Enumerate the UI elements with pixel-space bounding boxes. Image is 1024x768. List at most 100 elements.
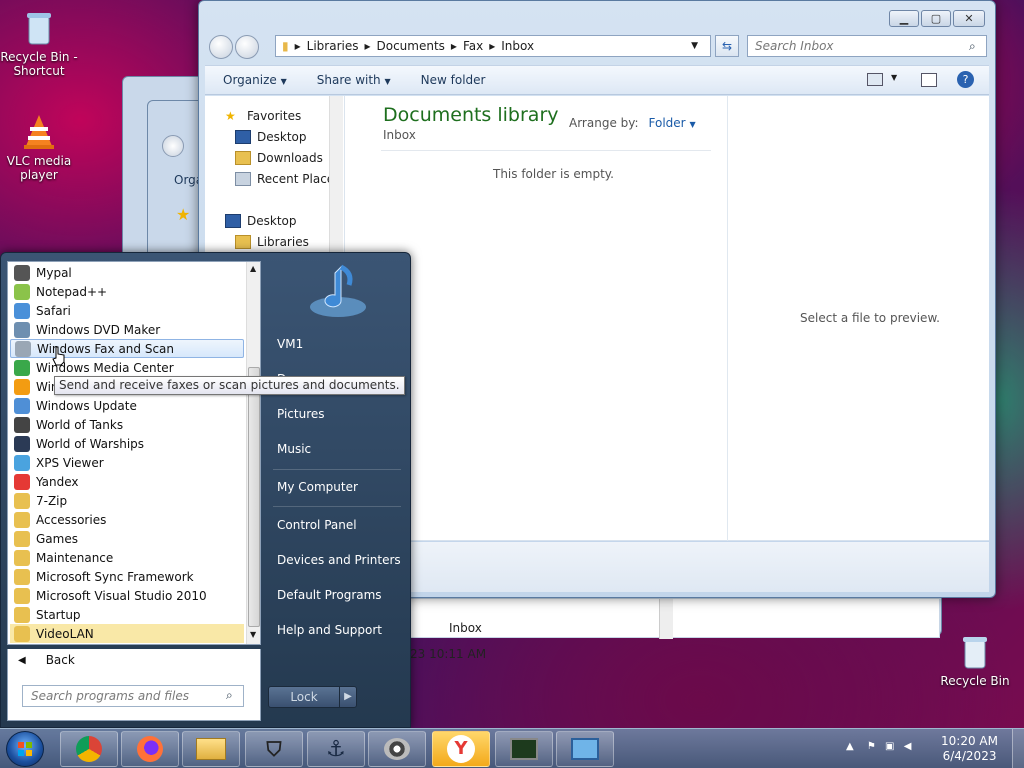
star-icon: ★ xyxy=(225,109,236,123)
volume-icon[interactable]: ◀ xyxy=(904,741,912,752)
start-item-devices-printers[interactable]: Devices and Printers xyxy=(277,553,401,567)
program-folder[interactable]: 7-Zip xyxy=(10,491,244,510)
program-folder[interactable]: Microsoft Visual Studio 2010 xyxy=(10,586,244,605)
program-folder[interactable]: Accessories xyxy=(10,510,244,529)
programs-scrollbar[interactable]: ▲ ▼ xyxy=(246,262,260,644)
breadcrumb-documents[interactable]: Documents xyxy=(377,39,445,53)
taskbar-control-panel[interactable] xyxy=(556,731,614,767)
program-item-selected[interactable]: Windows Fax and Scan xyxy=(10,339,244,358)
taskbar-world-of-warships[interactable]: ⚓ xyxy=(307,731,365,767)
scrollbar-thumb[interactable] xyxy=(248,367,260,627)
desktop-icon-recycle-bin-shortcut[interactable]: Recycle Bin - Shortcut xyxy=(0,8,78,78)
start-item-control-panel[interactable]: Control Panel xyxy=(277,518,357,532)
address-bar[interactable]: ▮ ▸ Libraries ▸ Documents ▸ Fax ▸ Inbox … xyxy=(275,35,711,57)
view-options-icon[interactable] xyxy=(867,73,883,86)
clock-date: 6/4/2023 xyxy=(942,749,997,763)
network-icon[interactable]: ▣ xyxy=(885,741,894,752)
show-hidden-icons-icon[interactable]: ▲ xyxy=(846,741,854,752)
program-folder[interactable]: Startup xyxy=(10,605,244,624)
start-item-music[interactable]: Music xyxy=(277,442,311,456)
new-folder-button[interactable]: New folder xyxy=(421,73,486,87)
desktop-icon-vlc[interactable]: VLC media player xyxy=(0,112,78,182)
preview-pane-icon[interactable] xyxy=(921,73,937,87)
minimize-button[interactable]: ▁ xyxy=(889,10,919,27)
back-arrow-icon: ◀ xyxy=(18,654,26,666)
program-item[interactable]: Notepad++ xyxy=(10,282,244,301)
scroll-down-icon[interactable]: ▼ xyxy=(250,630,256,639)
start-item-user[interactable]: VM1 xyxy=(277,337,303,351)
organize-button[interactable]: Organize ▼ xyxy=(223,73,287,87)
nav-libraries[interactable]: Libraries xyxy=(235,235,309,249)
program-folder[interactable]: Maintenance xyxy=(10,548,244,567)
start-search-input[interactable]: Search programs and files xyxy=(22,685,244,707)
share-with-button[interactable]: Share with ▼ xyxy=(317,73,391,87)
mypal-icon xyxy=(14,264,30,281)
nav-desktop[interactable]: Desktop xyxy=(235,130,307,144)
program-folder[interactable]: Games xyxy=(10,529,244,548)
taskbar-explorer[interactable] xyxy=(182,731,240,767)
taskbar-chrome[interactable] xyxy=(60,731,118,767)
taskbar-task-monitor[interactable] xyxy=(495,731,553,767)
program-item[interactable]: XPS Viewer xyxy=(10,453,244,472)
refresh-button[interactable]: ⇆ xyxy=(715,35,739,57)
all-programs-list: Mypal Notepad++ Safari Windows DVD Maker… xyxy=(7,261,261,645)
help-icon[interactable]: ? xyxy=(957,71,974,88)
program-item[interactable]: World of Warships xyxy=(10,434,244,453)
start-item-default-programs[interactable]: Default Programs xyxy=(277,588,382,602)
start-item-pictures[interactable]: Pictures xyxy=(277,407,325,421)
program-item[interactable]: Safari xyxy=(10,301,244,320)
chevron-down-icon[interactable]: ▼ xyxy=(891,73,897,82)
back-button[interactable] xyxy=(209,35,233,59)
nav-favorites[interactable]: ★ Favorites xyxy=(225,109,301,123)
taskbar-world-of-tanks[interactable]: ⛉ xyxy=(245,731,303,767)
yandex-icon xyxy=(14,473,30,490)
library-subtitle: Inbox xyxy=(383,128,416,142)
nav-recent-places[interactable]: Recent Places xyxy=(235,172,340,186)
nav-desktop-root[interactable]: Desktop xyxy=(225,214,297,228)
firefox-icon xyxy=(137,736,163,762)
lock-button[interactable]: Lock xyxy=(268,686,340,708)
control-panel-icon xyxy=(571,738,599,760)
taskbar-firefox[interactable] xyxy=(121,731,179,767)
close-button[interactable]: ✕ xyxy=(953,10,985,27)
program-item[interactable]: Windows Update xyxy=(10,396,244,415)
desktop-icon-recycle-bin[interactable]: Recycle Bin xyxy=(936,632,1014,688)
start-menu-right-pane: VM1 D Pictures Music My Computer Control… xyxy=(263,253,411,729)
raccoon-icon xyxy=(384,738,410,760)
taskbar-yandex[interactable]: Y xyxy=(432,731,490,767)
modified-date-partial: 23 10:11 AM xyxy=(410,647,487,661)
fax-scan-icon xyxy=(15,340,31,357)
program-folder[interactable]: Microsoft Sync Framework xyxy=(10,567,244,586)
program-item[interactable]: Windows Media Center xyxy=(10,358,244,377)
show-desktop-button[interactable] xyxy=(1012,729,1024,768)
breadcrumb-libraries[interactable]: Libraries xyxy=(307,39,359,53)
desktop-icon-label: Recycle Bin xyxy=(940,674,1010,688)
shutdown-options-arrow-icon[interactable]: ▶ xyxy=(339,686,357,708)
breadcrumb-inbox[interactable]: Inbox xyxy=(501,39,534,53)
system-clock[interactable]: 10:20 AM 6/4/2023 xyxy=(941,734,998,764)
back-button[interactable]: ◀ Back xyxy=(7,649,261,671)
forward-button[interactable] xyxy=(235,35,259,59)
maximize-button[interactable]: ▢ xyxy=(921,10,951,27)
start-button[interactable] xyxy=(6,731,44,767)
program-item[interactable]: World of Tanks xyxy=(10,415,244,434)
notepadpp-icon xyxy=(14,283,30,300)
program-item[interactable]: Yandex xyxy=(10,472,244,491)
program-item[interactable]: Windows DVD Maker xyxy=(10,320,244,339)
action-center-flag-icon[interactable]: ⚑ xyxy=(867,741,876,752)
start-item-my-computer[interactable]: My Computer xyxy=(277,480,358,494)
recycle-bin-icon xyxy=(955,632,995,672)
program-item[interactable]: Mypal xyxy=(10,263,244,282)
start-item-help-support[interactable]: Help and Support xyxy=(277,623,382,637)
breadcrumb-fax[interactable]: Fax xyxy=(463,39,483,53)
search-input[interactable]: Search Inbox xyxy=(747,35,987,57)
taskbar-mypal[interactable] xyxy=(368,731,426,767)
scrollbar[interactable] xyxy=(659,599,673,639)
arrange-by-dropdown[interactable]: Folder ▼ xyxy=(649,116,696,130)
breadcrumb-separator: ▸ xyxy=(489,39,496,53)
program-folder-highlighted[interactable]: VideoLAN xyxy=(10,624,244,643)
address-dropdown-icon[interactable]: ▼ xyxy=(691,41,698,51)
nav-downloads[interactable]: Downloads xyxy=(235,151,323,165)
scroll-up-icon[interactable]: ▲ xyxy=(250,264,256,273)
column-inbox-label: Inbox xyxy=(449,621,482,635)
